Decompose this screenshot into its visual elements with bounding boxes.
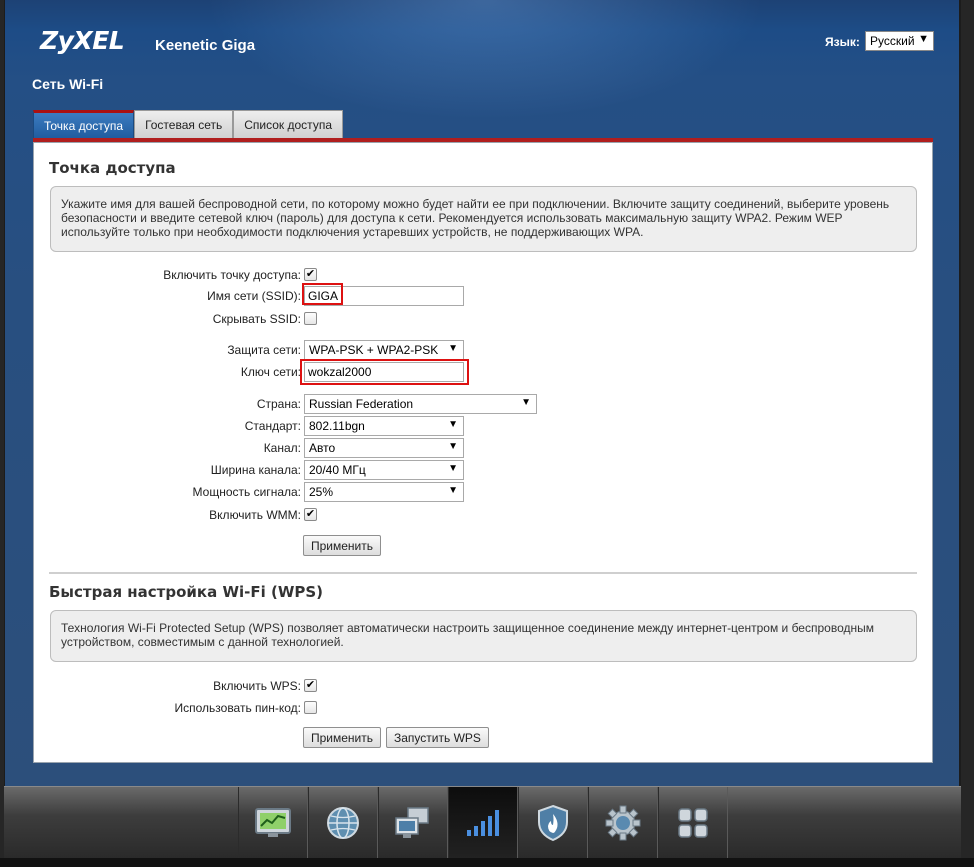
row-wmm: Включить WMM: ✔ <box>34 505 934 525</box>
enable-wps-checkbox[interactable]: ✔ <box>304 679 317 692</box>
monitor-chart-icon <box>255 808 291 837</box>
row-enable-wps: Включить WPS: ✔ <box>34 676 934 696</box>
security-select[interactable]: WPA-PSK + WPA2-PSK ▼ <box>304 340 464 360</box>
app-window: ZyXEL Keenetic Giga Язык: Русский ▼ Сеть… <box>0 0 974 867</box>
signal-power-select[interactable]: 25% ▼ <box>304 482 464 502</box>
tab-access-point[interactable]: Точка доступа <box>33 110 135 139</box>
settings-panel: Точка доступа Укажите имя для вашей бесп… <box>33 142 933 763</box>
dock-item-internet[interactable] <box>308 787 378 859</box>
chevron-down-icon: ▼ <box>521 397 531 408</box>
row-ssid: Имя сети (SSID): GIGA <box>34 286 934 306</box>
ssid-label: Имя сети (SSID): <box>207 289 301 303</box>
model-name: Keenetic Giga <box>155 37 256 54</box>
apps-grid-icon <box>678 808 708 838</box>
standard-select[interactable]: 802.11bgn ▼ <box>304 416 464 436</box>
row-network-key: Ключ сети: wokzal2000 <box>34 362 934 382</box>
security-value: WPA-PSK + WPA2-PSK <box>309 343 439 357</box>
row-country: Страна: Russian Federation ▼ <box>34 394 934 414</box>
row-standard: Стандарт: 802.11bgn ▼ <box>34 416 934 436</box>
row-enable-ap: Включить точку доступа: ✔ <box>34 265 934 285</box>
country-label: Страна: <box>256 397 301 411</box>
standard-value: 802.11bgn <box>309 419 365 433</box>
section-title-wps: Быстрая настройка Wi-Fi (WPS) <box>49 583 324 601</box>
row-channel-width: Ширина канала: 20/40 МГц ▼ <box>34 460 934 480</box>
language-label: Язык: <box>825 35 860 49</box>
wmm-checkbox[interactable]: ✔ <box>304 508 317 521</box>
chevron-down-icon: ▼ <box>448 441 458 452</box>
wifi-signal-bars-icon <box>467 810 499 836</box>
enable-ap-checkbox[interactable]: ✔ <box>304 268 317 281</box>
use-pin-checkbox[interactable] <box>304 701 317 714</box>
dock-item-apps[interactable] <box>658 787 728 859</box>
signal-power-label: Мощность сигнала: <box>192 485 301 499</box>
security-label: Защита сети: <box>227 343 301 357</box>
country-select[interactable]: Russian Federation ▼ <box>304 394 537 414</box>
hide-ssid-label: Скрывать SSID: <box>212 312 301 326</box>
tab-guest-network[interactable]: Гостевая сеть <box>134 110 234 139</box>
channel-width-label: Ширина канала: <box>210 463 301 477</box>
gear-icon <box>605 805 641 841</box>
bottom-dock <box>4 786 961 859</box>
language-value: Русский <box>870 34 915 48</box>
channel-width-select[interactable]: 20/40 МГц ▼ <box>304 460 464 480</box>
highlight-network-key <box>300 359 469 385</box>
row-signal-power: Мощность сигнала: 25% ▼ <box>34 482 934 502</box>
use-pin-label: Использовать пин-код: <box>174 701 301 715</box>
section-divider <box>49 572 917 574</box>
wps-info: Технология Wi-Fi Protected Setup (WPS) п… <box>50 610 917 662</box>
channel-value: Авто <box>309 441 336 455</box>
dock-item-home-network[interactable] <box>378 787 448 859</box>
shield-flame-icon <box>538 804 568 842</box>
channel-label: Канал: <box>263 441 301 455</box>
page-title: Сеть Wi-Fi <box>32 76 104 92</box>
bottom-strip <box>0 858 974 867</box>
access-point-info: Укажите имя для вашей беспроводной сети,… <box>50 186 917 252</box>
chevron-down-icon: ▼ <box>448 419 458 430</box>
start-wps-button[interactable]: Запустить WPS <box>386 727 489 748</box>
chevron-down-icon: ▼ <box>918 33 929 45</box>
enable-wps-label: Включить WPS: <box>213 679 301 693</box>
section-title-access-point: Точка доступа <box>49 159 176 177</box>
dock-item-system[interactable] <box>588 787 658 859</box>
apply-button[interactable]: Применить <box>303 535 382 556</box>
network-key-label: Ключ сети: <box>240 365 301 379</box>
chevron-down-icon: ▼ <box>448 463 458 474</box>
highlight-ssid <box>302 283 343 305</box>
signal-power-value: 25% <box>309 485 334 499</box>
hide-ssid-checkbox[interactable] <box>304 312 317 325</box>
row-channel: Канал: Авто ▼ <box>34 438 934 458</box>
channel-width-value: 20/40 МГц <box>309 463 366 477</box>
dock-item-wifi[interactable] <box>448 787 518 859</box>
row-hide-ssid: Скрывать SSID: <box>34 309 934 329</box>
row-use-pin: Использовать пин-код: <box>34 698 934 718</box>
standard-label: Стандарт: <box>244 419 301 433</box>
chevron-down-icon: ▼ <box>448 485 458 496</box>
tab-access-list[interactable]: Список доступа <box>233 110 343 139</box>
wmm-label: Включить WMM: <box>209 508 301 522</box>
wps-apply-button[interactable]: Применить <box>303 727 382 748</box>
language-select[interactable]: Русский ▼ <box>865 31 934 51</box>
dock-item-monitor[interactable] <box>238 787 308 859</box>
network-computers-icon <box>395 807 429 838</box>
enable-ap-label: Включить точку доступа: <box>163 268 301 282</box>
chevron-down-icon: ▼ <box>448 343 458 354</box>
country-value: Russian Federation <box>309 397 414 411</box>
dock-item-security[interactable] <box>518 787 588 859</box>
row-security: Защита сети: WPA-PSK + WPA2-PSK ▼ <box>34 340 934 360</box>
brand-logo: ZyXEL <box>40 26 125 55</box>
tab-bar: Точка доступа Гостевая сеть Список досту… <box>33 110 343 139</box>
channel-select[interactable]: Авто ▼ <box>304 438 464 458</box>
globe-icon <box>327 807 359 839</box>
